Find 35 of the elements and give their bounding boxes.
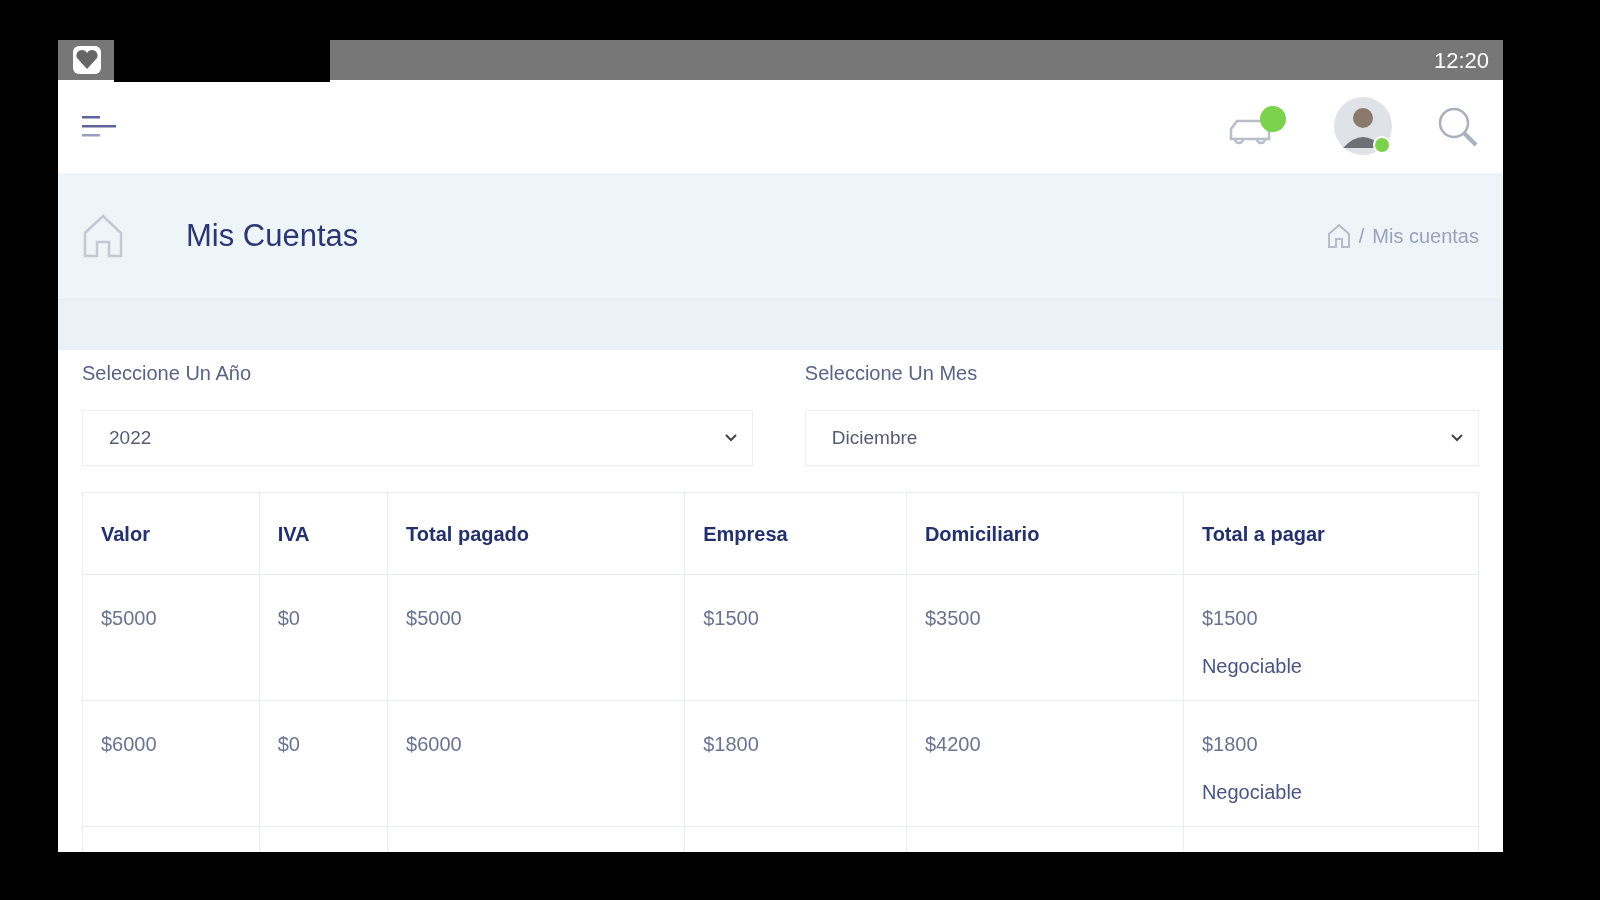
chevron-down-icon (1450, 433, 1464, 443)
app-icon (72, 45, 102, 75)
home-icon[interactable] (1326, 223, 1351, 249)
field-label: Seleccione Un Año (82, 361, 252, 386)
status-time: 12:20 (1433, 46, 1489, 75)
table-cell: $1500 (703, 607, 759, 629)
avatar[interactable] (1333, 95, 1395, 158)
select-field[interactable]: 2022 (82, 410, 753, 466)
table-cell: $1800 (1201, 733, 1258, 755)
breadcrumb-separator: / (1358, 224, 1365, 249)
table-cell: $4200 (924, 733, 981, 755)
table-cell: $0 (277, 607, 300, 629)
select-field[interactable]: Diciembre (804, 410, 1479, 466)
chevron-down-icon (723, 433, 738, 443)
table-cell: $1500 (1201, 607, 1258, 629)
cell-note: Negociable (1201, 654, 1303, 679)
column-header: Empresa (684, 492, 907, 575)
column-header: Total a pagar (1183, 492, 1479, 575)
column-header: Total pagado (387, 492, 685, 575)
table-cell: $5000 (406, 607, 462, 629)
column-header: Domiciliario (906, 492, 1184, 575)
page-title: Mis Cuentas (186, 216, 359, 255)
table-cell: $6000 (101, 733, 157, 755)
table-cell: $5000 (101, 607, 157, 629)
table-cell: $1800 (703, 733, 759, 755)
field-label: Seleccione Un Mes (804, 361, 979, 386)
table-cell: $3500 (924, 607, 981, 629)
home-icon (82, 213, 124, 259)
menu-icon[interactable] (82, 113, 116, 140)
cell-note: Negociable (1201, 780, 1303, 805)
search-icon[interactable] (1437, 105, 1479, 148)
column-header: IVA (259, 492, 388, 575)
table-cell: $6000 (406, 733, 462, 755)
column-header: Valor (82, 492, 260, 575)
table-cell: $0 (277, 733, 300, 755)
